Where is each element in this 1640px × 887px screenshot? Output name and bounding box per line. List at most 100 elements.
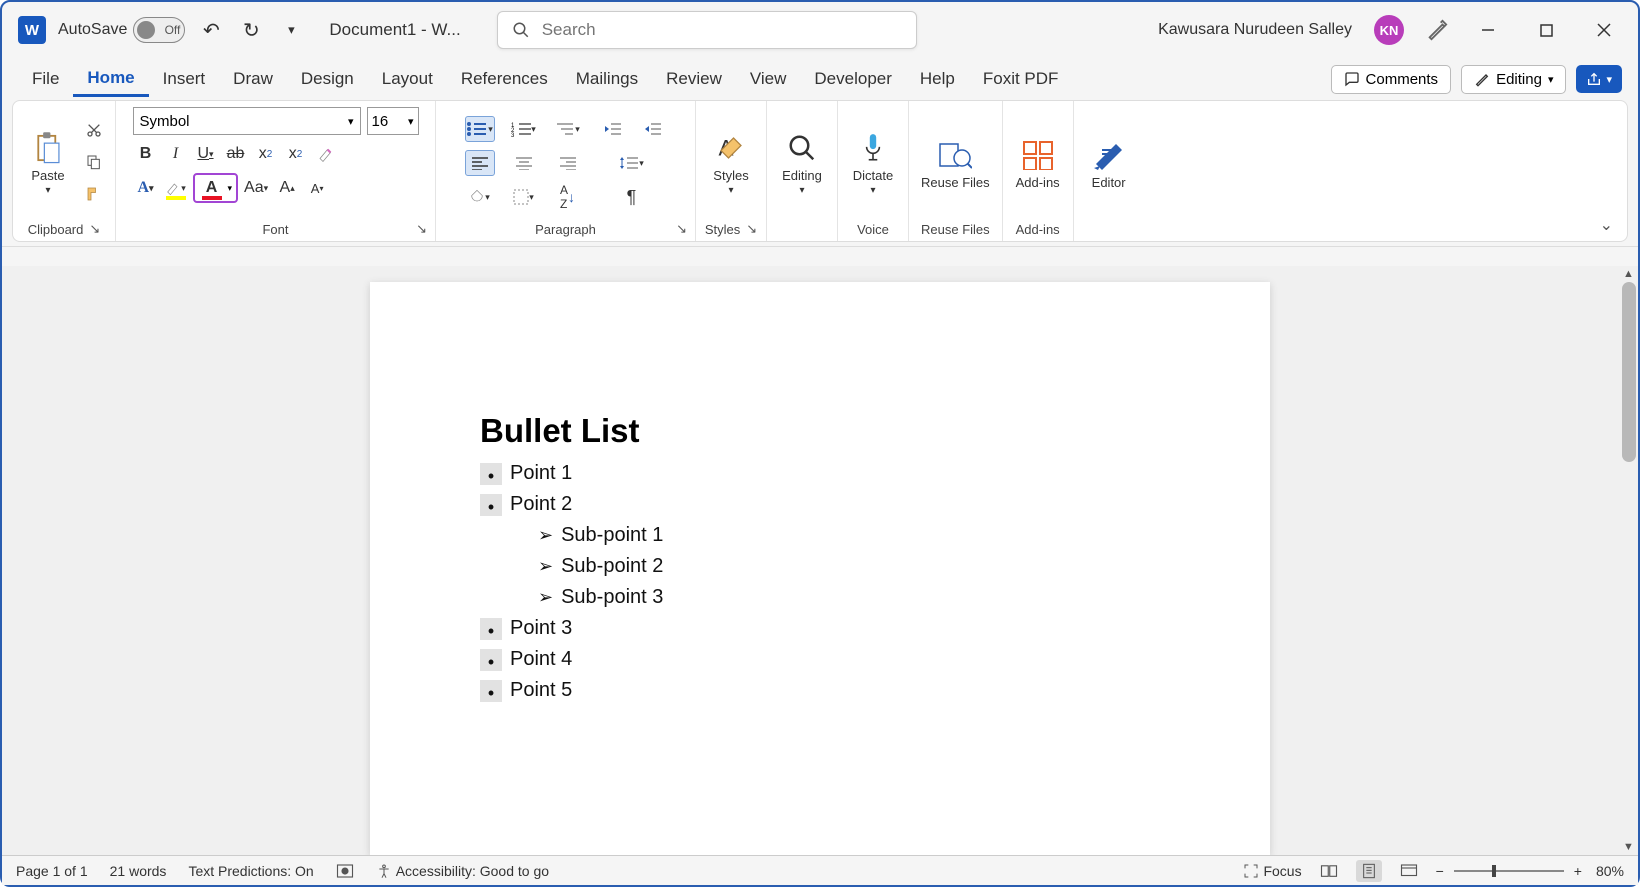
focus-mode-button[interactable]: Focus — [1243, 863, 1301, 879]
shrink-font-button[interactable]: A▾ — [304, 175, 330, 201]
highlight-button[interactable]: ▾ — [163, 175, 189, 201]
tab-foxit[interactable]: Foxit PDF — [969, 63, 1073, 95]
ribbon: Paste ▾ Clipboard ↘ — [12, 100, 1628, 242]
tab-layout[interactable]: Layout — [368, 63, 447, 95]
subscript-button[interactable]: x2 — [253, 141, 279, 167]
tab-insert[interactable]: Insert — [149, 63, 220, 95]
italic-button[interactable]: I — [163, 141, 189, 167]
search-box[interactable] — [497, 11, 917, 49]
sort-button[interactable]: AZ↓ — [553, 184, 583, 210]
web-layout-button[interactable] — [1396, 860, 1422, 882]
multilevel-list-button[interactable]: ▾ — [553, 116, 583, 142]
align-right-button[interactable] — [553, 150, 583, 176]
read-mode-button[interactable] — [1316, 860, 1342, 882]
font-name-combo[interactable]: Symbol▾ — [133, 107, 361, 135]
text-effects-button[interactable]: A ▾ — [133, 175, 159, 201]
macro-icon[interactable] — [336, 863, 354, 879]
collapse-ribbon-button[interactable]: ⌄ — [1600, 215, 1613, 235]
bullets-button[interactable]: ▾ — [465, 116, 495, 142]
tab-developer[interactable]: Developer — [800, 63, 906, 95]
minimize-button[interactable] — [1470, 12, 1506, 48]
zoom-level[interactable]: 80% — [1596, 863, 1624, 879]
redo-button[interactable]: ↻ — [237, 16, 265, 44]
svg-text:3: 3 — [511, 133, 515, 137]
arrow-bullet-icon: ➢ — [538, 584, 553, 612]
document-page[interactable]: Bullet List •Point 1 •Point 2 ➢Sub-point… — [370, 282, 1270, 855]
vertical-ruler[interactable] — [6, 266, 26, 855]
strikethrough-button[interactable]: ab — [223, 141, 249, 167]
clipboard-dialog-launcher[interactable]: ↘ — [89, 221, 100, 237]
qat-customize-button[interactable]: ▾ — [277, 16, 305, 44]
undo-button[interactable]: ↶ — [197, 16, 225, 44]
tab-home[interactable]: Home — [73, 62, 148, 97]
tab-references[interactable]: References — [447, 63, 562, 95]
accessibility-status[interactable]: Accessibility: Good to go — [376, 863, 549, 879]
grow-font-button[interactable]: A▴ — [274, 175, 300, 201]
editing-mode-button[interactable]: Editing ▾ — [1461, 65, 1566, 94]
clear-formatting-button[interactable] — [313, 141, 339, 167]
list-item: ➢Sub-point 3 — [480, 582, 1160, 613]
superscript-button[interactable]: x2 — [283, 141, 309, 167]
zoom-track[interactable] — [1454, 870, 1564, 872]
page-status[interactable]: Page 1 of 1 — [16, 863, 88, 879]
zoom-out-button[interactable]: − — [1436, 863, 1444, 879]
editing-button[interactable]: Editing▾ — [775, 128, 829, 198]
list-item: ➢Sub-point 2 — [480, 551, 1160, 582]
tab-view[interactable]: View — [736, 63, 801, 95]
shading-button[interactable]: ▾ — [465, 184, 495, 210]
line-spacing-button[interactable]: ▾ — [597, 150, 667, 176]
addins-button[interactable]: Add-ins — [1011, 135, 1065, 192]
numbering-button[interactable]: 123▾ — [509, 116, 539, 142]
scroll-up-button[interactable]: ▲ — [1623, 268, 1635, 280]
scroll-down-button[interactable]: ▼ — [1623, 841, 1635, 853]
font-size-combo[interactable]: 16▾ — [367, 107, 419, 135]
styles-dialog-launcher[interactable]: ↘ — [746, 221, 757, 237]
zoom-in-button[interactable]: + — [1574, 863, 1582, 879]
copy-button[interactable] — [81, 149, 107, 175]
align-left-button[interactable] — [465, 150, 495, 176]
coming-soon-icon[interactable] — [1426, 19, 1448, 41]
paste-button[interactable]: Paste ▾ — [21, 128, 75, 198]
align-center-button[interactable] — [509, 150, 539, 176]
increase-indent-button[interactable] — [637, 116, 667, 142]
autosave-switch[interactable]: Off — [133, 17, 185, 43]
word-count[interactable]: 21 words — [110, 863, 167, 879]
underline-button[interactable]: U ▾ — [193, 141, 219, 167]
show-marks-button[interactable]: ¶ — [597, 184, 667, 210]
print-layout-button[interactable] — [1356, 860, 1382, 882]
dictate-button[interactable]: Dictate▾ — [846, 128, 900, 198]
search-input[interactable] — [542, 20, 902, 40]
tab-mailings[interactable]: Mailings — [562, 63, 652, 95]
tab-review[interactable]: Review — [652, 63, 736, 95]
share-button[interactable]: ▾ — [1576, 65, 1622, 93]
tab-draw[interactable]: Draw — [219, 63, 287, 95]
reuse-files-button[interactable]: Reuse Files — [917, 135, 994, 192]
editor-button[interactable]: Editor — [1082, 135, 1136, 192]
font-color-button[interactable]: A ▾ — [193, 173, 239, 203]
share-icon — [1586, 71, 1602, 87]
close-button[interactable] — [1586, 12, 1622, 48]
decrease-indent-button[interactable] — [597, 116, 627, 142]
borders-button[interactable]: ▾ — [509, 184, 539, 210]
tab-file[interactable]: File — [18, 63, 73, 95]
comments-button[interactable]: Comments — [1331, 65, 1452, 94]
bullet-icon: • — [480, 649, 502, 671]
change-case-button[interactable]: Aa ▾ — [242, 175, 270, 201]
vertical-scrollbar[interactable] — [1622, 282, 1636, 462]
format-painter-button[interactable] — [81, 181, 107, 207]
tab-help[interactable]: Help — [906, 63, 969, 95]
maximize-button[interactable] — [1528, 12, 1564, 48]
cut-button[interactable] — [81, 117, 107, 143]
avatar[interactable]: KN — [1374, 15, 1404, 45]
heading: Bullet List — [480, 412, 1160, 450]
zoom-thumb[interactable] — [1492, 865, 1496, 877]
autosave-toggle[interactable]: AutoSave Off — [58, 17, 185, 43]
paragraph-dialog-launcher[interactable]: ↘ — [676, 221, 687, 237]
styles-button[interactable]: A Styles▾ — [704, 128, 758, 198]
horizontal-ruler[interactable] — [2, 246, 1638, 266]
bold-button[interactable]: B — [133, 141, 159, 167]
zoom-slider[interactable]: − + — [1436, 863, 1582, 879]
text-predictions-status[interactable]: Text Predictions: On — [188, 863, 313, 879]
font-dialog-launcher[interactable]: ↘ — [416, 221, 427, 237]
tab-design[interactable]: Design — [287, 63, 368, 95]
